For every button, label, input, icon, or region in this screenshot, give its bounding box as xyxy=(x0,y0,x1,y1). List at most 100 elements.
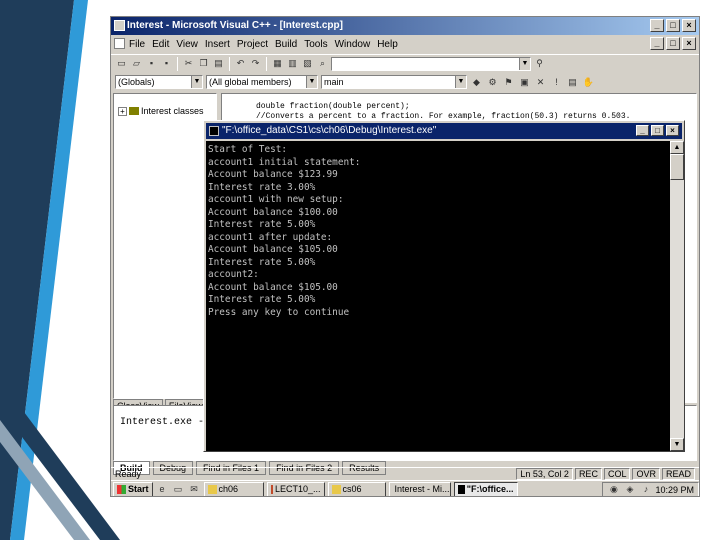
wizard-action-icon[interactable]: ◆ xyxy=(470,76,483,89)
menu-project[interactable]: Project xyxy=(237,39,268,50)
doc-close-button[interactable]: × xyxy=(682,37,696,50)
cut-icon[interactable]: ✂ xyxy=(182,57,195,70)
window-title: Interest - Microsoft Visual C++ - [Inter… xyxy=(127,20,343,31)
console-icon xyxy=(457,485,465,494)
powerpoint-icon xyxy=(270,485,273,494)
status-text: Ready xyxy=(115,469,142,479)
taskbar-item-lect[interactable]: LECT10_... xyxy=(266,482,325,496)
toolbar-separator xyxy=(266,56,267,71)
find-in-files-icon[interactable]: ⌕ xyxy=(316,57,329,70)
ie-icon[interactable]: e xyxy=(156,483,169,496)
console-minimize-button[interactable]: _ xyxy=(636,125,649,136)
stripe-blue xyxy=(10,0,88,540)
paste-icon[interactable]: ▤ xyxy=(212,57,225,70)
console-output[interactable]: Start of Test: account1 initial statement… xyxy=(206,141,670,451)
taskbar-item-console[interactable]: "F:\office... xyxy=(453,482,518,496)
function-combo[interactable]: main ▼ xyxy=(321,75,467,89)
taskbar-item-cs06[interactable]: cs06 xyxy=(327,482,386,496)
stop-build-icon[interactable]: ✕ xyxy=(534,76,547,89)
console-line: Interest rate 5.00% xyxy=(208,256,316,268)
taskbar-item-interest[interactable]: Interest - Mi... xyxy=(388,482,451,496)
stripe-gray-bottom xyxy=(0,420,90,540)
menu-tools[interactable]: Tools xyxy=(304,39,327,50)
execute-icon[interactable]: ! xyxy=(550,76,563,89)
scroll-down-icon[interactable]: ▼ xyxy=(670,438,684,451)
go-icon[interactable]: ▤ xyxy=(566,76,579,89)
tree-root[interactable]: + Interest classes xyxy=(118,106,204,116)
expand-icon[interactable]: + xyxy=(118,106,127,116)
taskbar-label: LECT10_... xyxy=(274,484,321,494)
menu-window[interactable]: Window xyxy=(335,39,371,50)
console-titlebar[interactable]: "F:\office_data\CS1\cs\ch06\Debug\Intere… xyxy=(206,123,682,139)
status-bar: Ready Ln 53, Col 2 REC COL OVR READ xyxy=(111,467,699,480)
console-line: Interest rate 5.00% xyxy=(208,219,316,230)
scroll-thumb[interactable] xyxy=(670,154,684,180)
new-file-icon[interactable]: ▭ xyxy=(115,57,128,70)
redo-icon[interactable]: ↷ xyxy=(249,57,262,70)
save-all-icon[interactable]: ▪ xyxy=(160,57,173,70)
build-all-icon[interactable]: ▣ xyxy=(518,76,531,89)
console-window[interactable]: "F:\office_data\CS1\cs\ch06\Debug\Intere… xyxy=(203,120,685,452)
breakpoint-icon[interactable]: ✋ xyxy=(582,76,595,89)
col-indicator: COL xyxy=(603,468,631,480)
start-button[interactable]: Start xyxy=(113,482,153,496)
console-scrollbar[interactable]: ▲ ▼ xyxy=(670,141,684,451)
maximize-button[interactable]: □ xyxy=(666,19,680,32)
copy-icon[interactable]: ❐ xyxy=(197,57,210,70)
minimize-button[interactable]: _ xyxy=(650,19,664,32)
function-combo-value: main xyxy=(324,77,344,87)
menu-insert[interactable]: Insert xyxy=(205,39,230,50)
find-combo[interactable]: ▼ xyxy=(331,56,531,71)
read-indicator: READ xyxy=(661,468,695,480)
tray-icon[interactable]: ◉ xyxy=(607,483,620,496)
windows-logo-icon xyxy=(117,485,126,494)
save-icon[interactable]: ▪ xyxy=(145,57,158,70)
tray-icon[interactable]: ◈ xyxy=(623,483,636,496)
taskbar: Start e ▭ ✉ ch06 LECT10_... cs06 Interes… xyxy=(111,480,699,496)
console-close-button[interactable]: × xyxy=(666,125,679,136)
build-icon[interactable]: ⚙ xyxy=(486,76,499,89)
code-line: double fraction(double percent); xyxy=(256,102,410,111)
desktop-icon[interactable]: ▭ xyxy=(172,483,185,496)
console-line: account2: xyxy=(208,269,259,280)
search-icon[interactable]: ⚲ xyxy=(533,57,546,70)
menu-help[interactable]: Help xyxy=(377,39,398,50)
open-icon[interactable]: ▱ xyxy=(130,57,143,70)
undo-icon[interactable]: ↶ xyxy=(234,57,247,70)
console-line: Account balance $100.00 xyxy=(208,206,338,218)
workspace-icon[interactable]: ▦ xyxy=(271,57,284,70)
members-combo[interactable]: (All global members) ▼ xyxy=(206,75,318,89)
console-line: account1 after update: xyxy=(208,231,333,243)
document-window-buttons: _ □ × xyxy=(650,37,696,50)
menu-edit[interactable]: Edit xyxy=(152,39,169,50)
console-line: account1 initial statement: xyxy=(208,156,361,168)
clock: 10:29 PM xyxy=(655,484,694,495)
doc-minimize-button[interactable]: _ xyxy=(650,37,664,50)
chevron-down-icon: ▼ xyxy=(191,76,202,88)
console-maximize-button[interactable]: □ xyxy=(651,125,664,136)
taskbar-item-ch06[interactable]: ch06 xyxy=(203,482,264,496)
console-icon[interactable] xyxy=(209,126,219,136)
ovr-indicator: OVR xyxy=(632,468,660,480)
console-line: Account balance $105.00 xyxy=(208,244,338,255)
volume-icon[interactable]: ♪ xyxy=(639,483,652,496)
output-icon[interactable]: ▥ xyxy=(286,57,299,70)
menu-build[interactable]: Build xyxy=(275,39,297,50)
menu-file[interactable]: File xyxy=(129,39,145,50)
stripe-dark-left xyxy=(0,0,74,540)
app-icon[interactable] xyxy=(114,20,125,31)
app-titlebar[interactable]: Interest - Microsoft Visual C++ - [Inter… xyxy=(111,17,699,35)
scroll-up-icon[interactable]: ▲ xyxy=(670,141,684,154)
close-button[interactable]: × xyxy=(682,19,696,32)
document-icon[interactable] xyxy=(114,38,125,49)
class-combo[interactable]: (Globals) ▼ xyxy=(115,75,203,89)
window-list-icon[interactable]: ▧ xyxy=(301,57,314,70)
menu-view[interactable]: View xyxy=(176,39,198,50)
doc-restore-button[interactable]: □ xyxy=(666,37,680,50)
outlook-icon[interactable]: ✉ xyxy=(188,483,201,496)
compile-icon[interactable]: ⚑ xyxy=(502,76,515,89)
tree-root-label: Interest classes xyxy=(141,106,204,116)
console-line: Press any key to continue xyxy=(208,306,350,318)
chevron-down-icon: ▼ xyxy=(519,57,530,70)
folder-icon xyxy=(207,485,217,494)
